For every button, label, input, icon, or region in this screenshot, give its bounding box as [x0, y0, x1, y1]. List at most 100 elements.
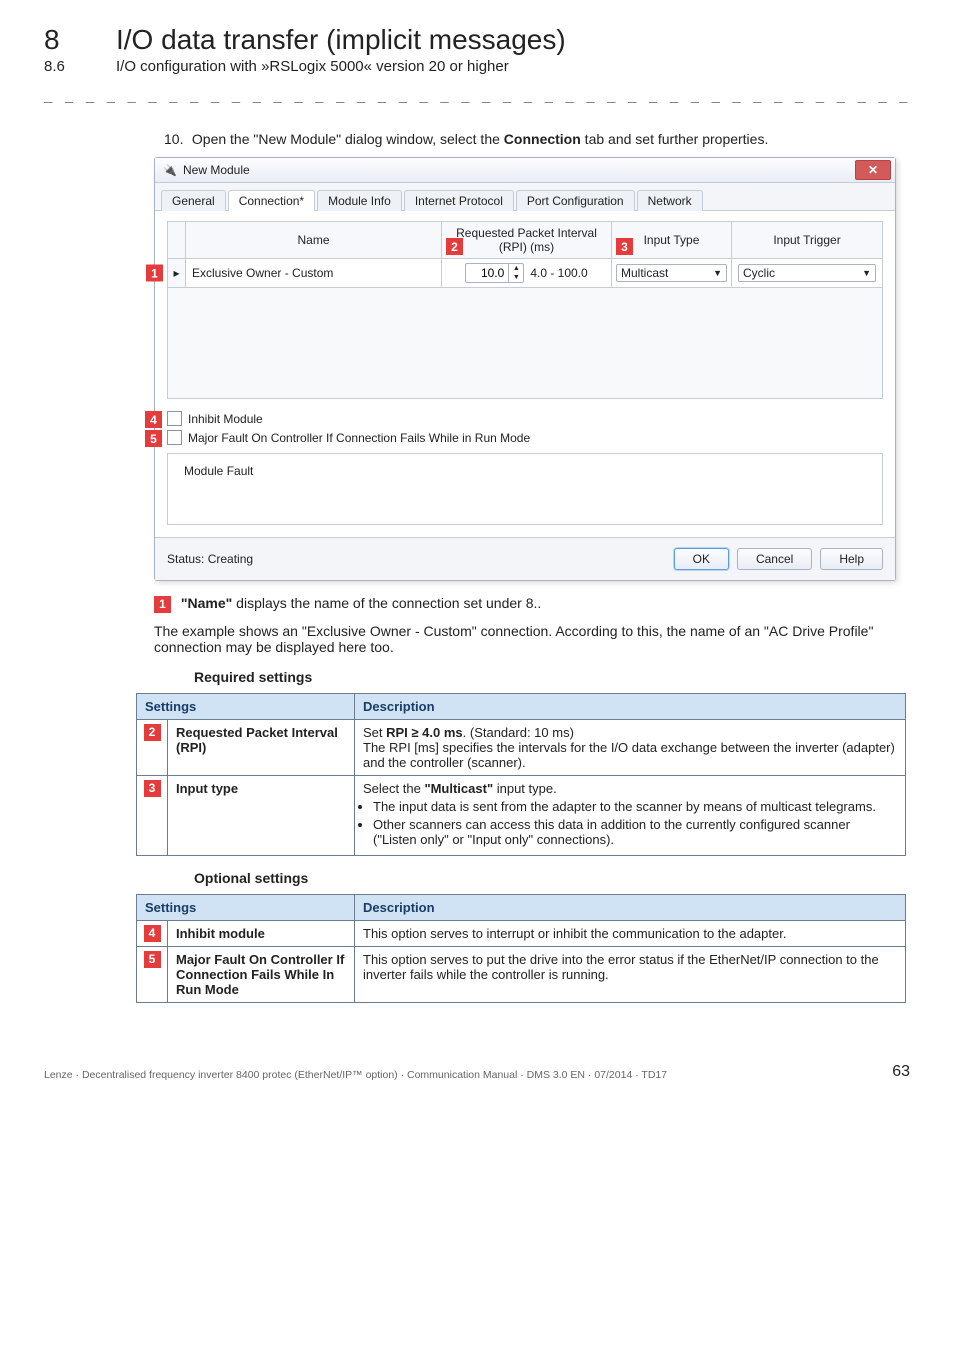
table-header-row: Settings Description [137, 693, 906, 719]
input-type-dropdown[interactable]: Multicast ▼ [616, 264, 727, 282]
cell-name: Exclusive Owner - Custom [186, 259, 442, 288]
check-group: 4 Inhibit Module 5 Major Fault On Contro… [167, 411, 883, 445]
new-module-dialog: 🔌 New Module ✕ General Connection* Modul… [154, 157, 896, 581]
cell-rpi: ▲ ▼ 4.0 - 100.0 [442, 259, 612, 288]
tab-connection[interactable]: Connection* [228, 190, 315, 211]
callout-4: 4 [145, 411, 162, 428]
th-settings: Settings [137, 693, 355, 719]
desc-bullets: The input data is sent from the adapter … [363, 799, 897, 847]
optional-settings-table: Settings Description 4 Inhibit module Th… [136, 894, 906, 1003]
rpi-value-input[interactable] [466, 266, 508, 280]
input-type-value: Multicast [621, 266, 668, 280]
callout-5-inline: 5 [144, 951, 161, 968]
check-major-fault-label: Major Fault On Controller If Connection … [188, 431, 530, 445]
callout-4-inline: 4 [144, 925, 161, 942]
help-button[interactable]: Help [820, 548, 883, 570]
explain-name-rest: displays the name of the connection set … [232, 595, 541, 611]
cell-input-trigger: Cyclic ▼ [732, 259, 882, 288]
required-settings-table: Settings Description 2 Requested Packet … [136, 693, 906, 856]
grid-header-type-text: Input Type [644, 233, 700, 247]
row-setting: Requested Packet Interval (RPI) [168, 719, 355, 775]
grid-header-type: Input Type 3 [612, 222, 732, 259]
grid-header-rpi-text: Requested Packet Interval (RPI) (ms) [448, 226, 605, 254]
table-row: 4 Inhibit module This option serves to i… [137, 920, 906, 946]
section-number: 8 [44, 24, 92, 56]
checkbox-inhibit[interactable] [167, 411, 182, 426]
rpi-range: 4.0 - 100.0 [530, 266, 587, 280]
tab-network[interactable]: Network [637, 190, 703, 211]
callout-2: 2 [446, 238, 463, 255]
step-text: Open the "New Module" dialog window, sel… [192, 131, 768, 147]
separator-dashes: _ _ _ _ _ _ _ _ _ _ _ _ _ _ _ _ _ _ _ _ … [44, 87, 910, 103]
tab-internet-protocol[interactable]: Internet Protocol [404, 190, 514, 211]
row-setting: Input type [168, 775, 355, 855]
grid-header-trigger: Input Trigger [732, 222, 882, 259]
step-number: 10. [164, 131, 188, 147]
spinner-up-icon[interactable]: ▲ [509, 264, 523, 273]
explain-name-line: 1 "Name" displays the name of the connec… [154, 595, 910, 613]
row-setting: Major Fault On Controller If Connection … [168, 946, 355, 1002]
desc-bullet: The input data is sent from the adapter … [373, 799, 897, 814]
grid-header-rpi: Requested Packet Interval (RPI) (ms) 2 [442, 222, 612, 259]
table-row: 5 Major Fault On Controller If Connectio… [137, 946, 906, 1002]
chevron-down-icon: ▼ [713, 268, 722, 278]
desc-seg: Select the [363, 781, 424, 796]
rpi-spinner[interactable]: ▲ ▼ [465, 263, 524, 283]
module-fault-fieldset: Module Fault [167, 453, 883, 525]
cancel-button[interactable]: Cancel [737, 548, 812, 570]
grid-header-blank [168, 222, 186, 259]
section-title: I/O data transfer (implicit messages) [116, 24, 566, 56]
row-marker: ▸ 1 [168, 259, 186, 288]
th-description: Description [355, 894, 906, 920]
ok-button[interactable]: OK [674, 548, 729, 570]
status-text: Status: Creating [167, 552, 253, 566]
explain-paragraph: The example shows an "Exclusive Owner - … [154, 623, 910, 655]
tab-general[interactable]: General [161, 190, 226, 211]
desc-seg: Set [363, 725, 386, 740]
tab-port-configuration[interactable]: Port Configuration [516, 190, 635, 211]
footer-left: Lenze · Decentralised frequency inverter… [44, 1069, 667, 1081]
row-description: Set RPI ≥ 4.0 ms. (Standard: 10 ms) The … [355, 719, 906, 775]
desc-bullet: Other scanners can access this data in a… [373, 817, 897, 847]
spinner-arrows[interactable]: ▲ ▼ [508, 264, 523, 282]
page: 8 I/O data transfer (implicit messages) … [0, 0, 954, 1121]
cell-input-type: Multicast ▼ [612, 259, 732, 288]
input-trigger-value: Cyclic [743, 266, 775, 280]
row-callout-cell: 3 [137, 775, 168, 855]
grid-row-1: ▸ 1 Exclusive Owner - Custom ▲ ▼ [168, 259, 882, 288]
connection-grid: Name Requested Packet Interval (RPI) (ms… [167, 221, 883, 399]
dialog-footer: Status: Creating OK Cancel Help [155, 537, 895, 580]
callout-3-inline: 3 [144, 780, 161, 797]
page-footer: Lenze · Decentralised frequency inverter… [44, 1063, 910, 1081]
required-settings-heading: Required settings [194, 669, 910, 685]
callout-1-inline: 1 [154, 596, 171, 613]
desc-seg: The RPI [ms] specifies the intervals for… [363, 740, 895, 770]
explain-name-strong: "Name" [181, 595, 232, 611]
callout-2-inline: 2 [144, 724, 161, 741]
step-text-strong: Connection [504, 131, 581, 147]
desc-strong: RPI ≥ 4.0 ms [386, 725, 463, 740]
chapter-heading: 8 I/O data transfer (implicit messages) [44, 24, 910, 56]
tab-bar: General Connection* Module Info Internet… [155, 183, 895, 211]
optional-settings-heading: Optional settings [194, 870, 910, 886]
row-callout-cell: 4 [137, 920, 168, 946]
row-description: This option serves to interrupt or inhib… [355, 920, 906, 946]
dialog-buttons: OK Cancel Help [674, 548, 883, 570]
row-callout-cell: 5 [137, 946, 168, 1002]
check-inhibit-module[interactable]: 4 Inhibit Module [167, 411, 883, 426]
module-fault-legend: Module Fault [180, 464, 257, 478]
grid-empty-area [168, 288, 882, 398]
th-description: Description [355, 693, 906, 719]
callout-1: 1 [146, 265, 163, 282]
checkbox-major-fault[interactable] [167, 430, 182, 445]
table-row: 3 Input type Select the "Multicast" inpu… [137, 775, 906, 855]
subsection-title: I/O configuration with »RSLogix 5000« ve… [116, 58, 509, 75]
chevron-down-icon: ▼ [862, 268, 871, 278]
step-text-a: Open the "New Module" dialog window, sel… [192, 131, 504, 147]
close-button[interactable]: ✕ [855, 160, 891, 180]
input-trigger-dropdown[interactable]: Cyclic ▼ [738, 264, 876, 282]
spinner-down-icon[interactable]: ▼ [509, 273, 523, 282]
check-major-fault[interactable]: 5 Major Fault On Controller If Connectio… [167, 430, 883, 445]
tab-module-info[interactable]: Module Info [317, 190, 402, 211]
dialog-titlebar: 🔌 New Module ✕ [155, 158, 895, 183]
